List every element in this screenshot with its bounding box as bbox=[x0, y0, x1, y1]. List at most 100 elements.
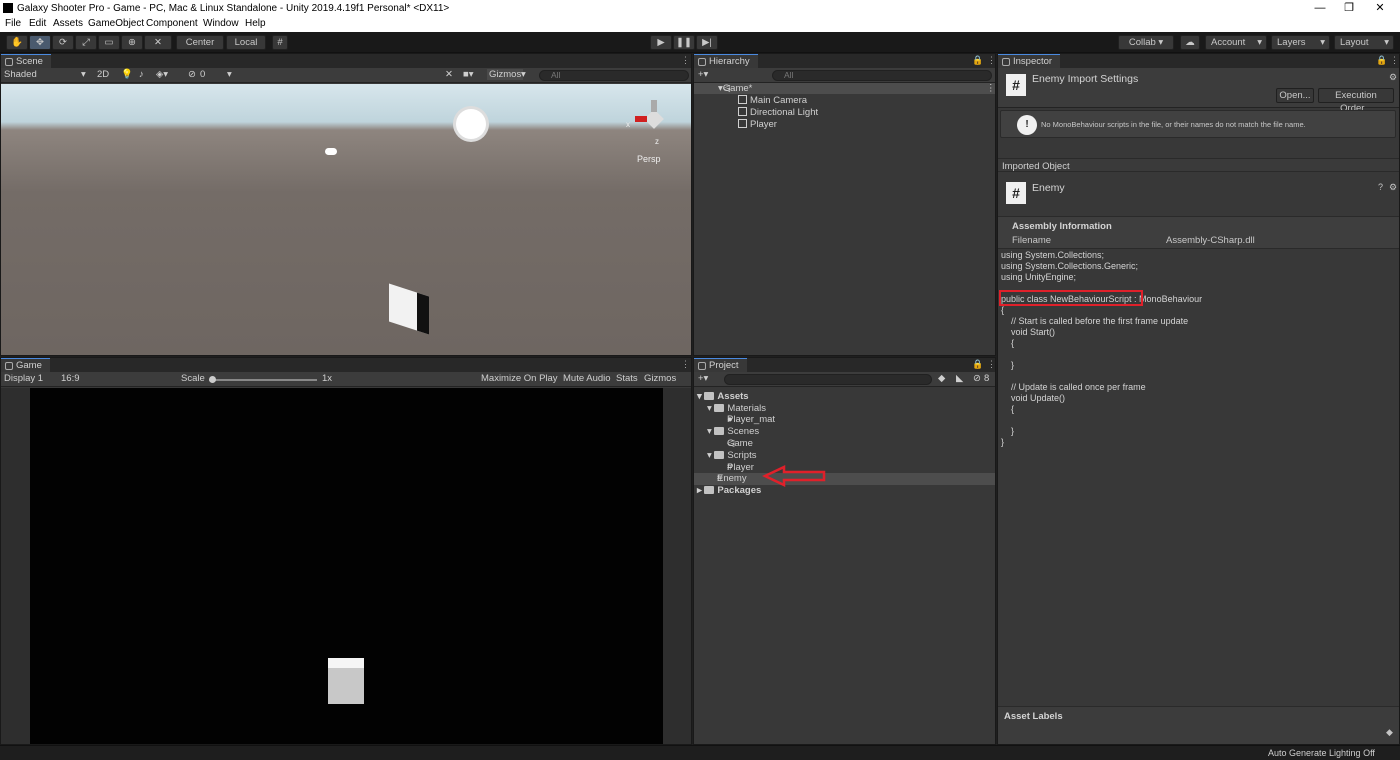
sun-light-icon[interactable] bbox=[456, 109, 486, 139]
help-icon[interactable]: ? bbox=[1378, 182, 1383, 192]
scene-menu-icon[interactable]: ⋮ bbox=[986, 83, 996, 94]
scale-slider-handle[interactable] bbox=[209, 376, 216, 383]
code-line: } bbox=[1001, 437, 1005, 447]
tools-icon[interactable]: ✕ bbox=[445, 69, 453, 80]
hierarchy-search-input[interactable]: All bbox=[772, 70, 992, 81]
menu-window[interactable]: Window bbox=[203, 18, 239, 29]
panel-menu-icon[interactable]: ⋮ bbox=[681, 359, 690, 370]
hierarchy-item-player[interactable]: Player bbox=[738, 119, 777, 130]
move-tool-icon[interactable]: ✥ bbox=[29, 35, 51, 50]
display-dropdown[interactable]: Display 1 bbox=[4, 373, 43, 384]
menu-file[interactable]: File bbox=[5, 18, 21, 29]
step-button[interactable]: ▶| bbox=[696, 35, 718, 50]
hierarchy-item-directional-light[interactable]: Directional Light bbox=[738, 107, 818, 118]
pivot-center-button[interactable]: Center bbox=[176, 35, 224, 50]
menu-gameobject[interactable]: GameObject bbox=[88, 18, 144, 29]
pivot-local-button[interactable]: Local bbox=[226, 35, 266, 50]
maximize-on-play-toggle[interactable]: Maximize On Play bbox=[481, 373, 558, 384]
folder-packages[interactable]: ▸ Packages bbox=[697, 485, 761, 496]
2d-toggle[interactable]: 2D bbox=[97, 69, 109, 80]
execution-order-button[interactable]: Execution Order... bbox=[1318, 88, 1394, 114]
gizmos-toggle[interactable]: Gizmos bbox=[644, 373, 676, 384]
lock-icon[interactable]: 🔒 bbox=[972, 359, 983, 370]
cloud-icon[interactable]: ☁ bbox=[1180, 35, 1200, 50]
hierarchy-panel: Hierarchy 🔒 ⋮ +▾ All ▾ ◁ Game* ⋮ Main Ca… bbox=[693, 53, 996, 356]
transform-tool-icon[interactable]: ⊕ bbox=[121, 35, 143, 50]
camera-gizmo-icon[interactable] bbox=[325, 148, 337, 155]
tab-hierarchy[interactable]: Hierarchy bbox=[694, 54, 758, 68]
gizmos-dropdown[interactable]: Gizmos bbox=[487, 69, 524, 80]
panel-menu-icon[interactable]: ⋮ bbox=[1390, 55, 1399, 66]
folder-scripts[interactable]: ▾ Scripts bbox=[707, 450, 756, 461]
menu-assets[interactable]: Assets bbox=[53, 18, 83, 29]
folder-materials[interactable]: ▾ Materials bbox=[707, 403, 766, 414]
hidden-packages-icon[interactable]: ⊘ bbox=[973, 373, 981, 384]
folder-label: Assets bbox=[717, 391, 749, 402]
create-dropdown[interactable]: +▾ bbox=[698, 373, 708, 384]
scene-root-item[interactable]: ▾ ◁ Game* bbox=[718, 83, 752, 94]
play-button[interactable]: ▶ bbox=[650, 35, 672, 50]
chevron-down-icon[interactable]: ▾ bbox=[227, 69, 232, 80]
grid-snap-icon[interactable]: # bbox=[272, 35, 288, 50]
tab-scene[interactable]: Scene bbox=[1, 54, 51, 68]
rect-tool-icon[interactable]: ▭ bbox=[98, 35, 120, 50]
custom-tool-icon[interactable]: ✕ bbox=[144, 35, 172, 50]
lighting-status[interactable]: Auto Generate Lighting Off bbox=[1268, 748, 1375, 758]
label-tag-icon[interactable]: ◆ bbox=[1386, 727, 1393, 738]
settings-gear-icon[interactable]: ⚙ bbox=[1389, 72, 1397, 83]
audio-icon[interactable]: ♪ bbox=[139, 69, 144, 80]
panel-menu-icon[interactable]: ⋮ bbox=[681, 55, 690, 66]
lighting-icon[interactable]: 💡 bbox=[121, 69, 133, 80]
scene-name: Game* bbox=[722, 83, 753, 94]
game-viewport[interactable] bbox=[30, 388, 663, 744]
stats-toggle[interactable]: Stats bbox=[616, 373, 638, 384]
chevron-down-icon: ▾ bbox=[1384, 37, 1389, 48]
pause-button[interactable]: ❚❚ bbox=[673, 35, 695, 50]
project-search-input[interactable] bbox=[724, 374, 932, 385]
folder-scenes[interactable]: ▾ Scenes bbox=[707, 426, 759, 437]
lock-icon[interactable]: 🔒 bbox=[972, 55, 983, 66]
shading-mode-dropdown[interactable]: Shaded bbox=[4, 69, 37, 80]
axis-z-label: z bbox=[655, 137, 659, 146]
layout-label: Layout bbox=[1340, 37, 1369, 48]
close-button[interactable]: ✕ bbox=[1366, 1, 1394, 16]
panel-menu-icon[interactable]: ⋮ bbox=[987, 55, 996, 66]
create-dropdown[interactable]: +▾ bbox=[698, 69, 708, 80]
filter-by-label-icon[interactable]: ◣ bbox=[956, 373, 963, 384]
layout-dropdown[interactable]: Layout ▾ bbox=[1334, 35, 1394, 50]
scale-tool-icon[interactable]: ⤢ bbox=[75, 35, 97, 50]
asset-label: Enemy bbox=[717, 473, 747, 484]
maximize-button[interactable]: ❐ bbox=[1335, 1, 1363, 16]
persp-label[interactable]: Persp bbox=[637, 154, 661, 164]
layers-dropdown[interactable]: Layers ▾ bbox=[1271, 35, 1330, 50]
tab-inspector[interactable]: Inspector bbox=[998, 54, 1061, 68]
lock-icon[interactable]: 🔒 bbox=[1376, 55, 1387, 66]
menu-component[interactable]: Component bbox=[146, 18, 198, 29]
account-dropdown[interactable]: Account ▾ bbox=[1205, 35, 1267, 50]
orientation-gizmo[interactable] bbox=[635, 100, 667, 142]
scale-slider-track[interactable] bbox=[209, 379, 317, 381]
tab-project[interactable]: Project bbox=[694, 358, 747, 372]
minimize-button[interactable]: — bbox=[1306, 1, 1334, 16]
scene-search-input[interactable]: All bbox=[539, 70, 689, 81]
effects-icon[interactable]: ◈▾ bbox=[156, 69, 168, 80]
settings-gear-icon[interactable]: ⚙ bbox=[1389, 182, 1397, 193]
open-button[interactable]: Open... bbox=[1276, 88, 1314, 103]
folder-assets[interactable]: ▾ Assets bbox=[697, 391, 749, 402]
collab-button[interactable]: Collab ▾ bbox=[1118, 35, 1174, 50]
hierarchy-item-main-camera[interactable]: Main Camera bbox=[738, 95, 807, 106]
mute-audio-toggle[interactable]: Mute Audio bbox=[563, 373, 611, 384]
gameobject-icon bbox=[738, 107, 747, 116]
rotate-tool-icon[interactable]: ⟳ bbox=[52, 35, 74, 50]
hidden-objects-icon[interactable]: ⊘ bbox=[188, 69, 196, 80]
hand-tool-icon[interactable]: ✋ bbox=[6, 35, 28, 50]
filter-by-type-icon[interactable]: ◆ bbox=[938, 373, 945, 384]
player-cube[interactable] bbox=[389, 283, 429, 335]
scene-viewport[interactable]: x z Persp bbox=[1, 84, 691, 355]
tab-game[interactable]: Game bbox=[1, 358, 50, 372]
camera-icon[interactable]: ■▾ bbox=[463, 69, 474, 80]
menu-help[interactable]: Help bbox=[245, 18, 266, 29]
aspect-dropdown[interactable]: 16:9 bbox=[61, 373, 80, 384]
panel-menu-icon[interactable]: ⋮ bbox=[987, 359, 996, 370]
menu-edit[interactable]: Edit bbox=[29, 18, 46, 29]
